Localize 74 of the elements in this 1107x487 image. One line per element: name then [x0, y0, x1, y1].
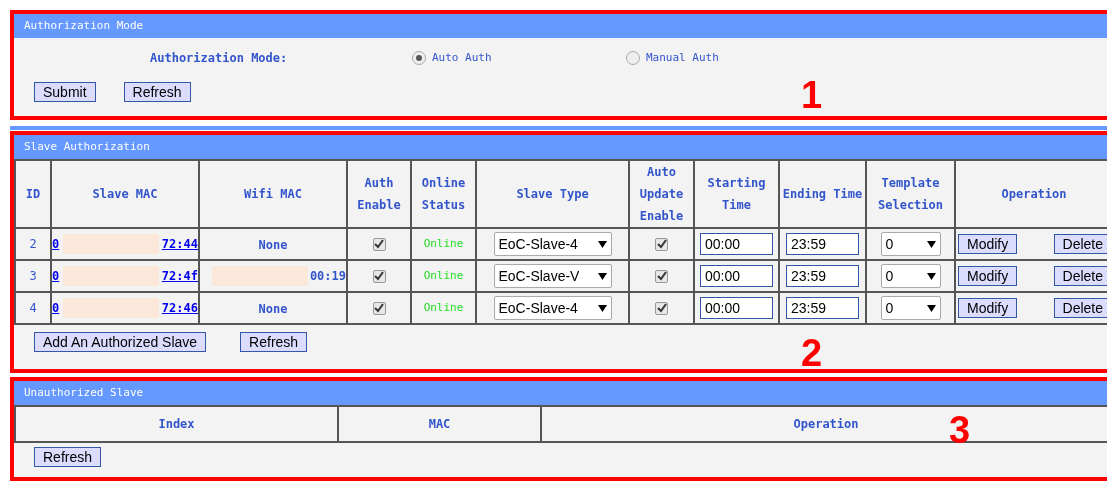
checkbox[interactable]: [372, 269, 386, 283]
checkbox[interactable]: [655, 269, 668, 283]
radio-label: Auto Auth: [432, 49, 492, 66]
annotation-number: 2: [801, 334, 823, 372]
table-cell: None: [258, 302, 288, 316]
mac-link[interactable]: 72:4f: [161, 267, 198, 285]
field-label: Authorization Mode:: [150, 50, 289, 67]
dropdown[interactable]: EoC-Slave-V: [493, 264, 612, 289]
column-header: Auto Update Enable: [629, 160, 694, 228]
column-header: MAC: [338, 406, 541, 442]
time-field[interactable]: 00:00: [700, 233, 773, 255]
time-field[interactable]: 23:59: [786, 297, 859, 319]
caret-icon: [597, 304, 607, 312]
time-field[interactable]: 23:59: [786, 265, 859, 287]
row-action-button[interactable]: Delete: [1053, 266, 1107, 286]
column-header: Wifi MAC: [199, 160, 347, 228]
caret-icon: [597, 240, 607, 248]
caret-icon: [597, 272, 607, 280]
column-header: Online Status: [411, 160, 476, 228]
time-field[interactable]: 23:59: [786, 233, 859, 255]
radio-button[interactable]: [626, 51, 640, 65]
column-header: Slave Type: [476, 160, 629, 228]
column-header: Template Selection: [866, 160, 955, 228]
row-action-button[interactable]: Modify: [958, 234, 1018, 254]
action-button[interactable]: Refresh: [34, 447, 102, 467]
checkbox[interactable]: [655, 301, 668, 315]
table-cell: 3: [15, 260, 51, 292]
action-button[interactable]: Refresh: [123, 82, 191, 102]
checkbox[interactable]: [372, 237, 386, 251]
status-text: Online: [411, 228, 476, 260]
column-header: Auth Enable: [347, 160, 411, 228]
time-field[interactable]: 00:00: [700, 265, 773, 287]
annotation-number: 1: [801, 76, 823, 114]
action-button[interactable]: Refresh: [240, 332, 308, 352]
table-cell-text: 00:19: [309, 268, 346, 285]
dropdown[interactable]: EoC-Slave-4: [493, 296, 612, 321]
time-field[interactable]: 00:00: [700, 297, 773, 319]
action-button[interactable]: Submit: [34, 82, 96, 102]
section-title: Unauthorized Slave: [24, 384, 144, 401]
annotation-number: 3: [949, 411, 971, 449]
radio-label: Manual Auth: [646, 49, 719, 66]
caret-icon: [926, 240, 936, 248]
radio-button[interactable]: [412, 51, 426, 65]
checkbox[interactable]: [372, 301, 386, 315]
action-button[interactable]: Add An Authorized Slave: [34, 332, 207, 352]
column-header: Starting Time: [694, 160, 779, 228]
dropdown[interactable]: EoC-Slave-4: [493, 232, 612, 257]
section-title: Slave Authorization: [24, 138, 150, 155]
table-cell: 2: [15, 228, 51, 260]
status-text: Online: [411, 260, 476, 292]
column-header: ID: [15, 160, 51, 228]
status-text: Online: [411, 292, 476, 324]
column-header: Slave MAC: [51, 160, 199, 228]
mac-link[interactable]: 72:44: [161, 235, 198, 253]
dropdown[interactable]: 0: [880, 232, 941, 257]
mac-link[interactable]: 0: [52, 235, 60, 253]
mac-link[interactable]: 0: [52, 299, 60, 317]
row-action-button[interactable]: Modify: [958, 266, 1018, 286]
dropdown[interactable]: 0: [880, 264, 941, 289]
mac-link[interactable]: 72:46: [161, 299, 198, 317]
table-cell: None: [258, 238, 288, 252]
caret-icon: [926, 272, 936, 280]
table-cell: 4: [15, 292, 51, 324]
mac-link[interactable]: 0: [52, 267, 60, 285]
dropdown[interactable]: 0: [880, 296, 941, 321]
column-header: Ending Time: [779, 160, 866, 228]
column-header: Index: [15, 406, 338, 442]
column-header: Operation: [955, 160, 1107, 228]
caret-icon: [926, 304, 936, 312]
row-action-button[interactable]: Delete: [1053, 298, 1107, 318]
checkbox[interactable]: [655, 237, 668, 251]
row-action-button[interactable]: Delete: [1053, 234, 1107, 254]
section-title: Authorization Mode: [24, 17, 144, 34]
row-action-button[interactable]: Modify: [958, 298, 1018, 318]
